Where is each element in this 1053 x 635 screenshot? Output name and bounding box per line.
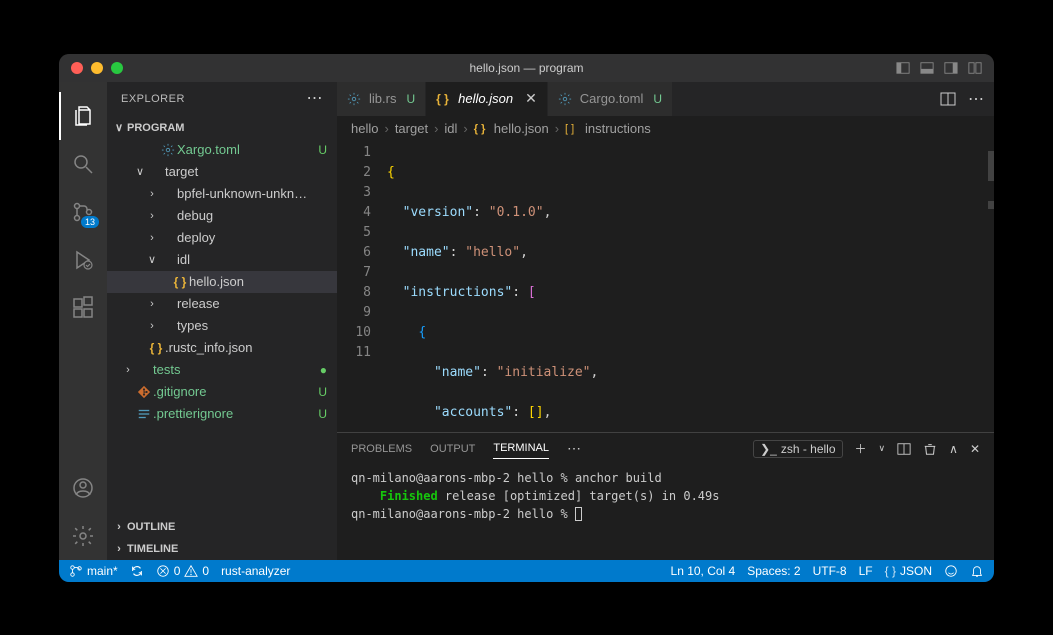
tree-item[interactable]: { }.rustc_info.json (107, 337, 337, 359)
activity-accounts[interactable] (59, 464, 107, 512)
layout-bottom-icon[interactable] (920, 61, 934, 75)
new-terminal-icon[interactable]: ＋ (855, 440, 867, 457)
editor-tab[interactable]: Cargo.tomlU (548, 82, 673, 116)
maximize-window-button[interactable] (111, 62, 123, 74)
sb-bell-icon[interactable] (970, 564, 984, 578)
tree-item[interactable]: Xargo.tomlU (107, 139, 337, 161)
tree-item[interactable]: ›deploy (107, 227, 337, 249)
layout-right-icon[interactable] (944, 61, 958, 75)
editor[interactable]: 1234567891011 { "version": "0.1.0", "nam… (337, 141, 994, 432)
tree-item[interactable]: ∨target (107, 161, 337, 183)
editor-tabs: lib.rsU{ }hello.json✕Cargo.tomlU ⋯ (337, 82, 994, 117)
activity-source-control[interactable]: 13 (59, 188, 107, 236)
sb-lsp[interactable]: rust-analyzer (221, 564, 290, 578)
titlebar: hello.json — program (59, 54, 994, 82)
gutter: 1234567891011 (337, 141, 387, 432)
sb-position[interactable]: Ln 10, Col 4 (671, 564, 736, 578)
kill-terminal-icon[interactable] (923, 442, 937, 456)
split-terminal-icon[interactable] (897, 442, 911, 456)
sb-eol[interactable]: LF (859, 564, 873, 578)
layout-customize-icon[interactable] (968, 61, 982, 75)
editor-tab[interactable]: lib.rsU (337, 82, 426, 116)
minimap[interactable] (984, 141, 994, 432)
sb-sync[interactable] (130, 564, 144, 578)
close-panel-icon[interactable]: ✕ (970, 442, 980, 456)
terminal-dropdown-icon[interactable]: ∨ (879, 443, 886, 454)
terminal-shell-selector[interactable]: ❯_ zsh - hello (753, 440, 842, 458)
tree-section-timeline[interactable]: › TIMELINE (107, 538, 337, 560)
tree-item[interactable]: .prettierignoreU (107, 403, 337, 425)
activity-bar: 13 (59, 82, 107, 560)
tree-section-outline[interactable]: › OUTLINE (107, 516, 337, 538)
tree-item[interactable]: ›tests● (107, 359, 337, 381)
tree-item[interactable]: ›bpfel-unknown-unkn… (107, 183, 337, 205)
tree-item[interactable]: ›types (107, 315, 337, 337)
minimize-window-button[interactable] (91, 62, 103, 74)
tree-section-project[interactable]: ∨ PROGRAM (107, 117, 337, 139)
code-area[interactable]: { "version": "0.1.0", "name": "hello", "… (387, 141, 984, 432)
terminal[interactable]: qn-milano@aarons-mbp-2 hello % anchor bu… (337, 465, 994, 560)
activity-extensions[interactable] (59, 284, 107, 332)
breadcrumb[interactable]: hello›target›idl›{ }hello.json›[ ]instru… (337, 117, 994, 141)
panel-more-icon[interactable]: ⋯ (567, 440, 581, 457)
panel: PROBLEMS OUTPUT TERMINAL ⋯ ❯_ zsh - hell… (337, 432, 994, 560)
sidebar-title: EXPLORER (121, 93, 185, 105)
tree-item[interactable]: ∨idl (107, 249, 337, 271)
sb-feedback-icon[interactable] (944, 564, 958, 578)
file-tree: Xargo.tomlU∨target›bpfel-unknown-unkn…›d… (107, 139, 337, 516)
layout-left-icon[interactable] (896, 61, 910, 75)
terminal-icon: ❯_ (760, 442, 777, 456)
scm-badge: 13 (81, 216, 99, 228)
sb-errors[interactable]: 0 0 (156, 564, 209, 578)
panel-tab-terminal[interactable]: TERMINAL (493, 438, 549, 459)
sb-spaces[interactable]: Spaces: 2 (747, 564, 800, 578)
split-editor-icon[interactable] (940, 91, 956, 107)
activity-search[interactable] (59, 140, 107, 188)
tree-item[interactable]: .gitignoreU (107, 381, 337, 403)
statusbar: main* 0 0 rust-analyzer Ln 10, Col 4 Spa… (59, 560, 994, 582)
tree-item[interactable]: ›debug (107, 205, 337, 227)
sidebar-more-icon[interactable]: ⋯ (307, 91, 324, 107)
activity-explorer[interactable] (59, 92, 107, 140)
tree-item[interactable]: { }hello.json (107, 271, 337, 293)
editor-tab[interactable]: { }hello.json✕ (426, 82, 548, 116)
maximize-panel-icon[interactable]: ∧ (949, 442, 958, 456)
panel-tab-problems[interactable]: PROBLEMS (351, 439, 412, 459)
sb-encoding[interactable]: UTF-8 (813, 564, 847, 578)
close-window-button[interactable] (71, 62, 83, 74)
sb-language[interactable]: { } JSON (885, 564, 932, 578)
panel-tab-output[interactable]: OUTPUT (430, 439, 475, 459)
tab-more-icon[interactable]: ⋯ (968, 89, 984, 109)
activity-run-debug[interactable] (59, 236, 107, 284)
window-title: hello.json — program (469, 61, 583, 75)
sidebar: EXPLORER ⋯ ∨ PROGRAM Xargo.tomlU∨target›… (107, 82, 337, 560)
activity-settings[interactable] (59, 512, 107, 560)
sb-branch[interactable]: main* (69, 564, 118, 578)
tree-item[interactable]: ›release (107, 293, 337, 315)
close-tab-icon[interactable]: ✕ (525, 90, 537, 107)
